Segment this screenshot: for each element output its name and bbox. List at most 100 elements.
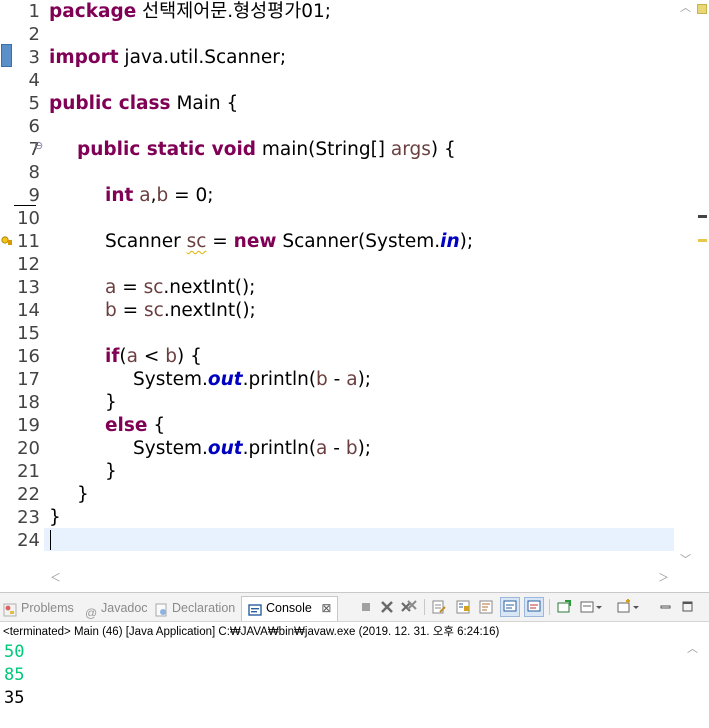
tab-declaration[interactable]: Declaration (154, 597, 235, 619)
line-separator (14, 205, 36, 206)
token: System. (133, 369, 208, 390)
token: public class (49, 93, 171, 114)
token: a (133, 185, 151, 206)
show-console-stdout-icon[interactable] (500, 597, 520, 617)
token: .nextInt(); (163, 277, 256, 298)
overview-mark[interactable] (698, 215, 707, 218)
token: import (49, 47, 119, 68)
vertical-scrollbar[interactable]: ︿ ﹀ (675, 0, 695, 570)
line-number: 3 (28, 47, 40, 68)
token: ) { (176, 346, 202, 367)
line-number: 2 (28, 24, 40, 45)
line-number: 22 (17, 484, 40, 505)
code-editor[interactable]: 1 2 3 4 5 6 7 8 9 10 11 12 13 14 15 16 17 18 19 20 21 22 23 24 … (0, 0, 709, 588)
token: in (440, 231, 460, 252)
code-line-16: if(a < b) { (105, 345, 202, 368)
line-number: 5 (28, 93, 40, 114)
remove-all-terminated-icon[interactable] (400, 599, 417, 615)
code-line-22: } (77, 484, 89, 505)
code-area[interactable]: package 선택제어문.형성평가01; import java.util.S… (49, 0, 673, 570)
token: .println( (242, 438, 317, 459)
display-selected-console-icon[interactable] (580, 599, 602, 615)
console-panel: Problems @ Javadoc Declaration Console ⊠ … (0, 592, 709, 728)
scroll-down-icon[interactable]: ﹀ (680, 552, 691, 569)
code-line-17: System.out.println(b - a); (133, 368, 371, 391)
horizontal-scrollbar[interactable]: ＜ ＞ (44, 570, 684, 587)
toolbar-separator (549, 599, 550, 615)
token: main(String[] (256, 139, 391, 160)
terminate-icon[interactable] (358, 599, 374, 615)
tab-javadoc[interactable]: @ Javadoc (85, 597, 148, 620)
token: { (147, 415, 166, 436)
warning-summary-icon[interactable] (697, 4, 707, 14)
code-line-7: public static void main(String[] args) { (77, 138, 456, 161)
code-line-23: } (49, 507, 61, 528)
token: - (327, 438, 346, 459)
scroll-lock-icon[interactable] (455, 599, 471, 615)
tab-label: Javadoc (101, 601, 148, 615)
token: b (105, 300, 117, 321)
word-wrap-icon[interactable] (478, 599, 494, 615)
fold-icon[interactable]: ⊖ (34, 139, 43, 153)
overview-ruler[interactable] (695, 0, 709, 570)
tab-console[interactable]: Console ⊠ (241, 596, 339, 621)
close-tab-icon[interactable]: ⊠ (321, 601, 331, 615)
line-number: 18 (17, 392, 40, 413)
code-line-3: import java.util.Scanner; (49, 46, 286, 69)
tab-label: Console (266, 601, 312, 615)
token: sc (186, 231, 207, 252)
token: out (207, 438, 243, 459)
pin-console-icon[interactable] (556, 599, 572, 615)
scroll-left-icon[interactable]: ＜ (50, 570, 61, 587)
line-number: 12 (17, 254, 40, 275)
open-console-icon[interactable] (617, 599, 639, 615)
tab-label: Problems (21, 601, 74, 615)
token: ); (459, 231, 474, 252)
console-icon (248, 602, 262, 616)
remove-launch-icon[interactable] (379, 599, 395, 615)
line-number: 8 (28, 162, 40, 183)
token: b (316, 369, 328, 390)
line-number: 4 (28, 70, 40, 91)
token: System. (133, 438, 208, 459)
annotation-ruler[interactable] (0, 0, 14, 570)
line-number: 21 (17, 461, 40, 482)
line-number: 11 (17, 231, 40, 252)
line-number: 15 (17, 323, 40, 344)
code-line-1: package 선택제어문.형성평가01; (49, 0, 331, 23)
change-marker (1, 44, 12, 67)
token: b (156, 185, 169, 206)
show-console-stderr-icon[interactable] (524, 597, 544, 617)
code-line-11: Scanner sc = new Scanner(System.in); (105, 230, 473, 253)
token: Scanner(System. (276, 231, 441, 252)
token: .println( (242, 369, 317, 390)
console-output-line: 50 (4, 642, 25, 662)
token: 선택제어문.형성평가01; (136, 1, 331, 22)
tab-label: Declaration (172, 601, 236, 615)
token: ( (119, 346, 127, 367)
token: ); (357, 438, 372, 459)
tab-problems[interactable]: Problems (3, 597, 74, 619)
line-number: 16 (17, 346, 40, 367)
token: .nextInt(); (163, 300, 256, 321)
scroll-up-icon[interactable]: ︿ (687, 641, 698, 658)
scroll-up-icon[interactable]: ︿ (680, 0, 691, 17)
maximize-icon[interactable] (680, 599, 696, 615)
minimize-icon[interactable] (658, 599, 674, 615)
overview-warning-mark[interactable] (698, 239, 707, 242)
token: a (126, 346, 138, 367)
token: ) { (430, 139, 456, 160)
token: sc (143, 277, 164, 298)
clear-console-icon[interactable] (431, 599, 447, 615)
console-vertical-scrollbar[interactable]: ︿ (687, 641, 701, 726)
token: java.util.Scanner; (118, 47, 287, 68)
token: = 0; (168, 185, 214, 206)
console-status: <terminated> Main (46) [Java Application… (3, 626, 500, 638)
toolbar-separator (424, 599, 425, 615)
token: b (345, 438, 358, 459)
line-number: 6 (28, 116, 40, 137)
scroll-right-icon[interactable]: ＞ (658, 570, 669, 587)
code-line-5: public class Main { (49, 92, 238, 115)
line-number: 20 (17, 438, 40, 459)
code-line-9: int a,b = 0; (105, 184, 213, 207)
